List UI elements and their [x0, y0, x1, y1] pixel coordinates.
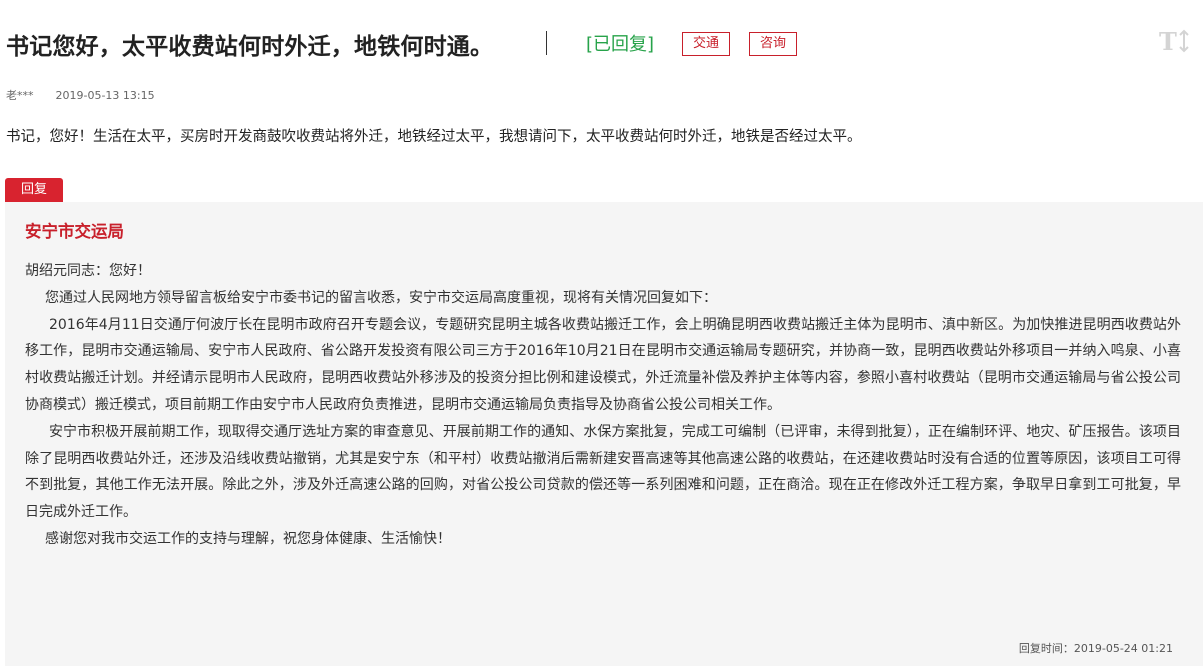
reply-time-label: 回复时间： [1018, 642, 1074, 655]
status-badge: [已回复] [586, 34, 655, 55]
reply-greeting: 胡绍元同志：您好！ [25, 263, 151, 279]
post-meta: 老*** 2019-05-13 13:15 [6, 87, 155, 103]
reply-paragraph: 2016年4月11日交通厅何波厅长在昆明市政府召开专题会议，专题研究昆明主城各收… [25, 316, 1181, 413]
reply-time: 回复时间：2019-05-24 01:21 [1019, 640, 1173, 656]
reply-body: 胡绍元同志：您好！ 您通过人民网地方领导留言板给安宁市委书记的留言收悉，安宁市交… [25, 258, 1181, 553]
header: 书记您好，太平收费站何时外迁，地铁何时通。 [已回复] 交通 咨询 T [6, 26, 1196, 62]
page-title: 书记您好，太平收费站何时外迁，地铁何时通。 [6, 34, 494, 60]
reply-paragraph: 您通过人民网地方领导留言板给安宁市委书记的留言收悉，安宁市交运局高度重视，现将有… [45, 289, 717, 306]
reply-label: 回复 [5, 178, 63, 202]
tag-traffic[interactable]: 交通 [682, 32, 731, 56]
font-size-toggle-icon[interactable]: T [1158, 26, 1192, 56]
reply-paragraph: 安宁市积极开展前期工作，现取得交通厅选址方案的审查意见、开展前期工作的通知、水保… [25, 423, 1181, 521]
reply-time-value: 2019-05-24 01:21 [1073, 642, 1173, 655]
message-content: 书记，您好！生活在太平，买房时开发商鼓吹收费站将外迁，地铁经过太平，我想请问下，… [6, 129, 862, 145]
tag-consult[interactable]: 咨询 [749, 32, 798, 56]
page: 书记您好，太平收费站何时外迁，地铁何时通。 [已回复] 交通 咨询 T 老***… [0, 0, 1203, 666]
title-divider [546, 31, 547, 55]
author-name: 老*** [6, 89, 34, 102]
svg-text:T: T [1159, 27, 1177, 56]
reply-organization: 安宁市交运局 [25, 222, 124, 241]
post-date: 2019-05-13 13:15 [55, 89, 155, 102]
reply-closing: 感谢您对我市交运工作的支持与理解，祝您身体健康、生活愉快！ [45, 530, 451, 547]
reply-box: 安宁市交运局 胡绍元同志：您好！ 您通过人民网地方领导留言板给安宁市委书记的留言… [5, 202, 1203, 666]
